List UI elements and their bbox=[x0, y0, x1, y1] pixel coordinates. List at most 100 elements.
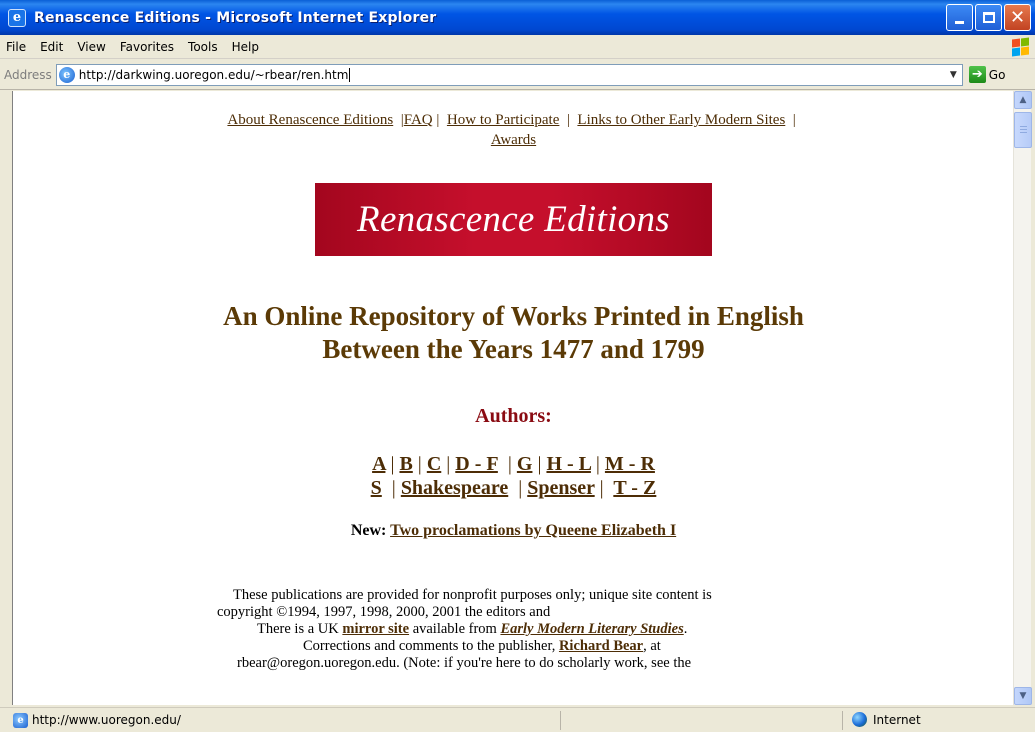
emls-link[interactable]: Early Modern Literary Studies bbox=[500, 621, 683, 637]
go-button[interactable]: ➔ Go bbox=[968, 66, 1006, 83]
index-separator: | bbox=[537, 453, 542, 475]
close-button[interactable]: ✕ bbox=[1004, 4, 1031, 31]
author-index-row-2: S | Shakespeare | Spenser | T - Z bbox=[13, 476, 1013, 500]
page-icon: e bbox=[13, 712, 28, 728]
link-awards[interactable]: Awards bbox=[491, 132, 536, 148]
address-input[interactable]: e http://darkwing.uoregon.edu/~rbear/ren… bbox=[55, 63, 963, 86]
nav-separator: | bbox=[789, 112, 800, 128]
author-index-row-1: A | B | C | D - F | G | H - L | M - R bbox=[13, 452, 1013, 476]
scroll-down-button[interactable]: ▼ bbox=[1014, 687, 1032, 705]
status-divider bbox=[560, 711, 561, 730]
new-item: New: Two proclamations by Queene Elizabe… bbox=[13, 522, 1013, 540]
mirror-line: There is a UK mirror site available from… bbox=[257, 621, 688, 637]
mirror-mid: available from bbox=[412, 621, 497, 637]
globe-icon bbox=[852, 712, 867, 727]
author-link-a[interactable]: A bbox=[372, 453, 385, 475]
windows-logo-icon bbox=[1011, 37, 1029, 57]
status-divider bbox=[842, 711, 843, 730]
address-label: Address bbox=[4, 67, 52, 82]
maximize-icon bbox=[982, 12, 995, 23]
page-headline: An Online Repository of Works Printed in… bbox=[223, 301, 804, 364]
publisher-link[interactable]: Richard Bear bbox=[559, 638, 643, 654]
menu-help[interactable]: Help bbox=[225, 40, 266, 54]
mirror-pre: There is a UK bbox=[257, 621, 339, 637]
scroll-thumb[interactable] bbox=[1014, 112, 1032, 148]
author-link-c[interactable]: C bbox=[427, 453, 441, 475]
left-frame bbox=[0, 91, 12, 705]
author-index: A | B | C | D - F | G | H - L | M - R S … bbox=[13, 452, 1013, 500]
close-icon: ✕ bbox=[1009, 6, 1026, 28]
status-text: http://www.uoregon.edu/ bbox=[32, 713, 181, 727]
page-viewport: About Renascence Editions |FAQ | How to … bbox=[12, 91, 1013, 705]
authors-heading: Authors: bbox=[475, 405, 552, 427]
nav-separator: | bbox=[396, 112, 404, 128]
author-link-d-f[interactable]: D - F bbox=[455, 453, 498, 475]
author-link-b[interactable]: B bbox=[399, 453, 412, 475]
go-arrow-icon: ➔ bbox=[968, 66, 986, 83]
author-link-t-z[interactable]: T - Z bbox=[613, 477, 656, 499]
top-nav: About Renascence Editions |FAQ | How to … bbox=[204, 110, 824, 150]
minimize-button[interactable] bbox=[946, 4, 973, 31]
info-line-1: These publications are provided for nonp… bbox=[233, 587, 712, 603]
corrections-pre: Corrections and comments to the publishe… bbox=[303, 638, 556, 654]
index-separator: | bbox=[390, 453, 395, 475]
chevron-up-icon: ▲ bbox=[1019, 95, 1027, 105]
security-zone[interactable]: Internet bbox=[852, 712, 921, 727]
index-separator: | bbox=[417, 453, 422, 475]
site-info: These publications are provided for nonp… bbox=[217, 587, 807, 672]
index-separator: | bbox=[599, 477, 609, 499]
corrections-line: Corrections and comments to the publishe… bbox=[217, 638, 807, 655]
menu-bar: File Edit View Favorites Tools Help bbox=[0, 35, 1035, 59]
maximize-button[interactable] bbox=[975, 4, 1002, 31]
thumb-grip bbox=[1020, 132, 1027, 133]
menu-file[interactable]: File bbox=[0, 40, 33, 54]
menu-favorites[interactable]: Favorites bbox=[113, 40, 181, 54]
page-icon: e bbox=[58, 66, 75, 83]
title-bar: e Renascence Editions - Microsoft Intern… bbox=[0, 0, 1035, 35]
link-about[interactable]: About Renascence Editions bbox=[227, 112, 393, 128]
new-label: New: bbox=[350, 522, 387, 539]
index-separator: | bbox=[513, 477, 523, 499]
nav-separator: | bbox=[432, 112, 444, 128]
author-link-shakespeare[interactable]: Shakespeare bbox=[401, 477, 508, 499]
link-other-sites[interactable]: Links to Other Early Modern Sites bbox=[577, 112, 785, 128]
window-controls: ✕ bbox=[946, 4, 1031, 31]
zone-label: Internet bbox=[873, 712, 921, 727]
minimize-icon bbox=[955, 21, 964, 24]
menu-view[interactable]: View bbox=[70, 40, 112, 54]
chevron-down-icon: ▼ bbox=[1019, 691, 1027, 701]
author-link-m-r[interactable]: M - R bbox=[605, 453, 655, 475]
mirror-site-link[interactable]: mirror site bbox=[342, 621, 409, 637]
info-line-2: copyright ©1994, 1997, 1998, 2000, 2001 … bbox=[217, 604, 551, 620]
index-separator: | bbox=[446, 453, 451, 475]
status-bar: e http://www.uoregon.edu/ Internet bbox=[0, 707, 1035, 732]
author-link-s[interactable]: S bbox=[371, 477, 382, 499]
thumb-grip bbox=[1020, 129, 1027, 130]
author-link-spenser[interactable]: Spenser bbox=[527, 477, 594, 499]
go-label: Go bbox=[988, 67, 1006, 82]
scroll-up-button[interactable]: ▲ bbox=[1014, 91, 1032, 109]
chevron-down-icon[interactable]: ▼ bbox=[945, 65, 962, 85]
text-caret bbox=[349, 67, 351, 82]
link-participate[interactable]: How to Participate bbox=[447, 112, 559, 128]
index-separator: | bbox=[502, 453, 512, 475]
author-link-g[interactable]: G bbox=[517, 453, 533, 475]
address-bar: Address e http://darkwing.uoregon.edu/~r… bbox=[0, 60, 1035, 90]
menu-edit[interactable]: Edit bbox=[33, 40, 70, 54]
vertical-scrollbar[interactable]: ▲ ▼ bbox=[1013, 91, 1032, 705]
author-link-h-l[interactable]: H - L bbox=[546, 453, 590, 475]
index-separator: | bbox=[386, 477, 396, 499]
site-banner: Renascence Editions bbox=[315, 183, 712, 256]
page-content: About Renascence Editions |FAQ | How to … bbox=[13, 110, 1013, 672]
menu-tools[interactable]: Tools bbox=[181, 40, 225, 54]
ie-icon: e bbox=[8, 8, 26, 27]
email-line: rbear@oregon.uoregon.edu. (Note: if you'… bbox=[237, 655, 692, 671]
address-url: http://darkwing.uoregon.edu/~rbear/ren.h… bbox=[78, 67, 349, 82]
new-item-link[interactable]: Two proclamations by Queene Elizabeth I bbox=[390, 522, 676, 539]
link-faq[interactable]: FAQ bbox=[404, 112, 433, 128]
window-title: Renascence Editions - Microsoft Internet… bbox=[34, 9, 437, 26]
thumb-grip bbox=[1020, 126, 1027, 127]
nav-separator: | bbox=[563, 112, 574, 128]
corrections-post: , at bbox=[643, 638, 661, 654]
index-separator: | bbox=[595, 453, 600, 475]
